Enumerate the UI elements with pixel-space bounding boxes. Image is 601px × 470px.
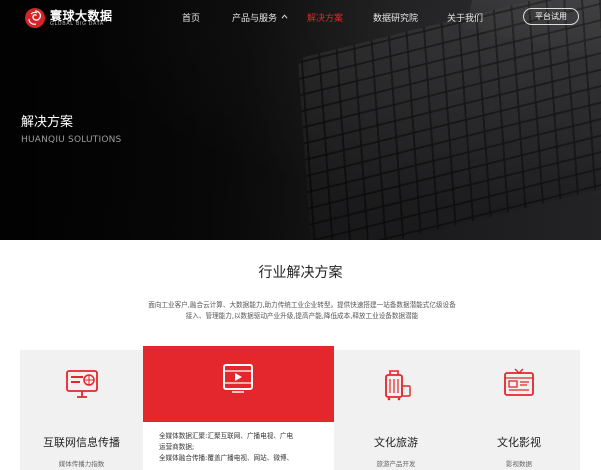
nav-item-research[interactable]: 数据研究院 bbox=[373, 11, 418, 24]
solution-card-film[interactable]: 文化影视 影视数据 bbox=[458, 350, 580, 470]
solution-card-internet[interactable]: 互联网信息传播 媒体传播力指数 bbox=[20, 350, 143, 470]
hero-subtitle: HUANQIU SOLUTIONS bbox=[21, 135, 122, 145]
nav-item-about[interactable]: 关于我们 bbox=[447, 11, 483, 24]
page: 寰球大数据 GLOBAL BIG DATA 首页 产品与服务 解决方案 数据研究… bbox=[0, 0, 601, 470]
solution-card-tourism[interactable]: 文化旅游 旅游产品开发 bbox=[334, 350, 458, 470]
section-title: 行业解决方案 bbox=[258, 265, 343, 281]
monitor-globe-icon bbox=[66, 370, 98, 398]
top-nav: 寰球大数据 GLOBAL BIG DATA 首页 产品与服务 解决方案 数据研究… bbox=[0, 0, 601, 34]
luggage-icon bbox=[385, 370, 411, 401]
brand-tagline: GLOBAL BIG DATA bbox=[50, 21, 104, 27]
film-board-icon bbox=[504, 368, 534, 396]
card-detail-line: 运营商数据; bbox=[159, 443, 195, 451]
brand-logo[interactable]: 寰球大数据 GLOBAL BIG DATA bbox=[24, 7, 124, 29]
card-detail-line: 全媒体数据汇聚:汇聚互联网、广播电视、广电 bbox=[159, 432, 294, 440]
card-title: 文化影视 bbox=[497, 436, 541, 449]
video-play-icon bbox=[223, 364, 253, 393]
card-peek-text: 影视数据 bbox=[506, 460, 532, 468]
chevron-up-icon[interactable] bbox=[281, 13, 288, 20]
hero-banner: 寰球大数据 GLOBAL BIG DATA 首页 产品与服务 解决方案 数据研究… bbox=[0, 0, 601, 240]
card-peek-text: 旅游产品开发 bbox=[376, 460, 416, 468]
nav-item-home[interactable]: 首页 bbox=[182, 11, 200, 24]
logo-rose-icon bbox=[25, 8, 45, 28]
nav-item-solutions[interactable]: 解决方案 bbox=[307, 11, 343, 24]
nav-item-products[interactable]: 产品与服务 bbox=[232, 11, 277, 24]
card-title: 互联网信息传播 bbox=[43, 436, 120, 449]
card-peek-text: 媒体传播力指数 bbox=[58, 460, 105, 468]
card-detail-text: 全媒体数据汇聚:汇聚互联网、广播电视、广电 运营商数据; 全媒体融合传播:覆盖广… bbox=[159, 431, 339, 464]
platform-trial-button[interactable]: 平台试用 bbox=[523, 8, 579, 25]
hero-title: 解决方案 bbox=[21, 115, 74, 130]
section-description: 面向工业客户,融合云计算、大数据能力,助力传统工业企业转型。提供快速搭建一站备数… bbox=[148, 301, 456, 320]
card-title: 文化旅游 bbox=[374, 436, 418, 449]
solution-card-media[interactable]: 全媒体数据汇聚:汇聚互联网、广播电视、广电 运营商数据; 全媒体融合传播:覆盖广… bbox=[143, 346, 334, 470]
hero-shade bbox=[0, 0, 601, 240]
card-detail-line: 全媒体融合传播:覆盖广播电视、网站、微博、 bbox=[159, 454, 294, 462]
